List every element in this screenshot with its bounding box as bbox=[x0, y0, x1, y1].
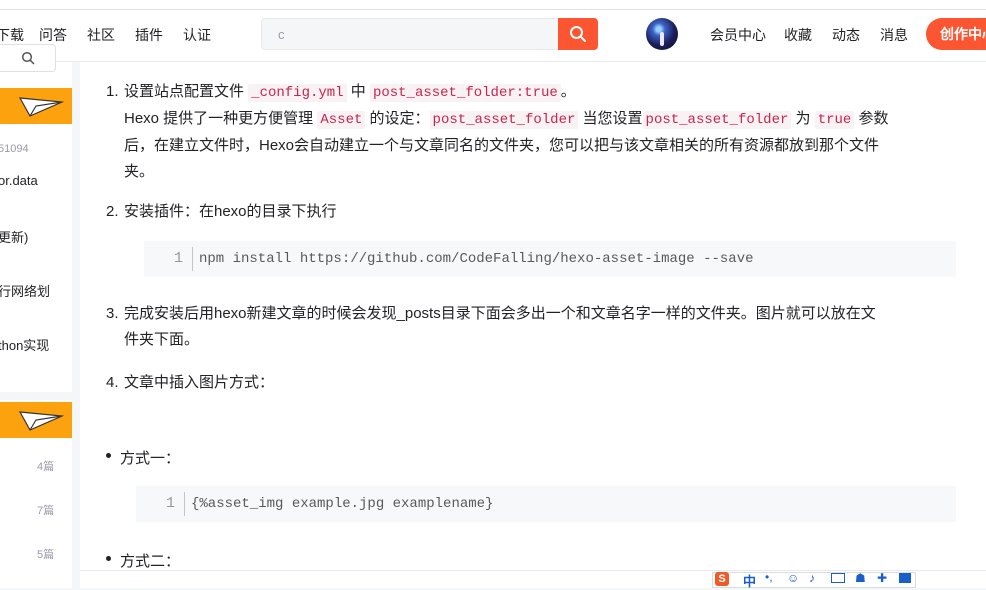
column-count: 7篇 bbox=[37, 505, 55, 517]
bullet-text: 方式二： bbox=[120, 553, 181, 570]
nav-item-activity[interactable]: 动态 bbox=[832, 25, 860, 45]
skin-icon[interactable]: ✚ bbox=[877, 571, 887, 585]
text: 当您设置 bbox=[578, 110, 643, 127]
sidebar-link[interactable]: thon实现 bbox=[0, 335, 49, 354]
step1-line1: 设置站点配置文件 _config.yml 中 post_asset_folder… bbox=[124, 79, 954, 106]
step1-line4: 夹。 bbox=[124, 163, 155, 180]
bullet-dot bbox=[106, 556, 111, 561]
nav-item-download[interactable]: 下载 bbox=[0, 25, 24, 45]
sidebar-banner-columns bbox=[0, 402, 72, 438]
create-button[interactable]: 创作中心 bbox=[926, 18, 986, 50]
sidebar-link[interactable]: 行网络划 bbox=[0, 281, 50, 300]
top-navbar: 下载 问答 社区 插件 认证 会员中心 收藏 动态 消息 创作中心 bbox=[0, 0, 986, 62]
inline-code: post_asset_folder bbox=[429, 111, 579, 129]
inline-code: Asset bbox=[317, 111, 366, 129]
code-block-asset-img: 1 {%asset_img example.jpg examplename} bbox=[136, 486, 956, 522]
punctuation-icon[interactable]: •, bbox=[765, 570, 773, 584]
inline-code: post_asset_folder:true bbox=[369, 84, 561, 102]
text: 参数 bbox=[854, 110, 889, 127]
inline-code: true bbox=[814, 111, 855, 129]
search-icon bbox=[570, 26, 586, 42]
avatar[interactable] bbox=[646, 18, 678, 50]
list-item-step-3: 3. 完成安装后用hexo新建文章的时候会发现_posts目录下面会多出一个和文… bbox=[106, 301, 954, 353]
list-item-step-2: 2. 安装插件：在hexo的目录下执行 bbox=[106, 199, 337, 225]
sidebar-link[interactable]: or.data bbox=[0, 173, 38, 188]
nav-item-qa[interactable]: 问答 bbox=[39, 25, 67, 45]
nav-item-certification[interactable]: 认证 bbox=[183, 25, 211, 45]
bullet-item-method-2: 方式二： bbox=[106, 550, 181, 571]
microphone-icon[interactable]: ♪ bbox=[809, 571, 815, 585]
text: 设置站点配置文件 bbox=[124, 83, 249, 100]
search-icon bbox=[21, 51, 35, 65]
step1-line3: 后，在建立文件时，Hexo会自动建立一个与文章同名的文件夹，您可以把与该文章相关… bbox=[124, 137, 880, 154]
inline-code: _config.yml bbox=[248, 84, 347, 102]
sidebar-text: 51094 bbox=[0, 143, 29, 155]
bottom-divider bbox=[80, 570, 986, 571]
emoji-icon[interactable]: ☺ bbox=[787, 571, 799, 585]
list-number: 1. bbox=[106, 83, 119, 100]
article-content: 1. 设置站点配置文件 _config.yml 中 post_asset_fol… bbox=[80, 62, 986, 588]
step4-text: 文章中插入图片方式： bbox=[124, 374, 275, 391]
sidebar-search-button[interactable] bbox=[0, 44, 56, 72]
column-count: 5篇 bbox=[37, 549, 55, 561]
line-number: 1 bbox=[166, 495, 176, 512]
sidebar-banner-recent bbox=[0, 88, 72, 124]
nav-item-messages[interactable]: 消息 bbox=[880, 25, 908, 45]
gutter-divider bbox=[184, 492, 185, 516]
code-line[interactable]: npm install https://github.com/CodeFalli… bbox=[199, 251, 754, 267]
search-box bbox=[261, 18, 559, 50]
line-number: 1 bbox=[174, 250, 184, 267]
paper-plane-icon bbox=[18, 411, 64, 431]
nav-item-member-center[interactable]: 会员中心 bbox=[710, 25, 766, 45]
text: 中 bbox=[346, 83, 370, 100]
list-number: 4. bbox=[106, 374, 119, 391]
step2-text: 安装插件：在hexo的目录下执行 bbox=[124, 203, 337, 220]
inline-code: post_asset_folder bbox=[642, 111, 792, 129]
top-divider bbox=[0, 9, 986, 10]
search-button[interactable] bbox=[558, 18, 598, 50]
bullet-dot bbox=[106, 453, 111, 458]
paper-plane-icon bbox=[18, 97, 64, 117]
text: Hexo 提供了一种更方便管理 bbox=[124, 110, 318, 127]
bullet-item-method-1: 方式一： bbox=[106, 447, 181, 468]
step1-line2: Hexo 提供了一种更方便管理 Asset 的设定： post_asset_fol… bbox=[124, 106, 954, 133]
sidebar-link[interactable]: 更新) bbox=[0, 227, 28, 246]
text: 为 bbox=[791, 110, 815, 127]
code-block-install: 1 npm install https://github.com/CodeFal… bbox=[144, 241, 956, 277]
code-line[interactable]: {%asset_img example.jpg examplename} bbox=[191, 496, 493, 512]
ime-language[interactable]: 中 bbox=[743, 571, 756, 590]
nav-item-community[interactable]: 社区 bbox=[87, 25, 115, 45]
text: 。 bbox=[560, 83, 576, 100]
step3-line2: 件夹下面。 bbox=[124, 331, 200, 348]
bullet-text: 方式一： bbox=[120, 450, 181, 467]
list-number: 2. bbox=[106, 203, 119, 220]
toolbox-icon[interactable] bbox=[899, 573, 911, 583]
nav-item-plugins[interactable]: 插件 bbox=[135, 25, 163, 45]
user-icon[interactable]: ☗ bbox=[855, 571, 866, 585]
list-number: 3. bbox=[106, 305, 119, 322]
step3-line1: 完成安装后用hexo新建文章的时候会发现_posts目录下面会多出一个和文章名字… bbox=[124, 305, 876, 322]
nav-item-favorites[interactable]: 收藏 bbox=[784, 25, 812, 45]
search-input[interactable] bbox=[262, 19, 548, 49]
ime-toolbar[interactable]: S 中 •, ☺ ♪ ☗ ✚ bbox=[712, 570, 916, 590]
ime-logo-icon: S bbox=[715, 572, 729, 586]
list-item-step-4: 4. 文章中插入图片方式： bbox=[106, 370, 275, 396]
list-item-step-1: 1. 设置站点配置文件 _config.yml 中 post_asset_fol… bbox=[106, 79, 954, 185]
create-button-label: 创作中心 bbox=[940, 26, 986, 42]
keyboard-icon[interactable] bbox=[831, 573, 845, 583]
column-count: 4篇 bbox=[37, 461, 55, 473]
text: 的设定： bbox=[365, 110, 430, 127]
avatar-figure bbox=[660, 32, 664, 46]
gutter-divider bbox=[192, 247, 193, 271]
